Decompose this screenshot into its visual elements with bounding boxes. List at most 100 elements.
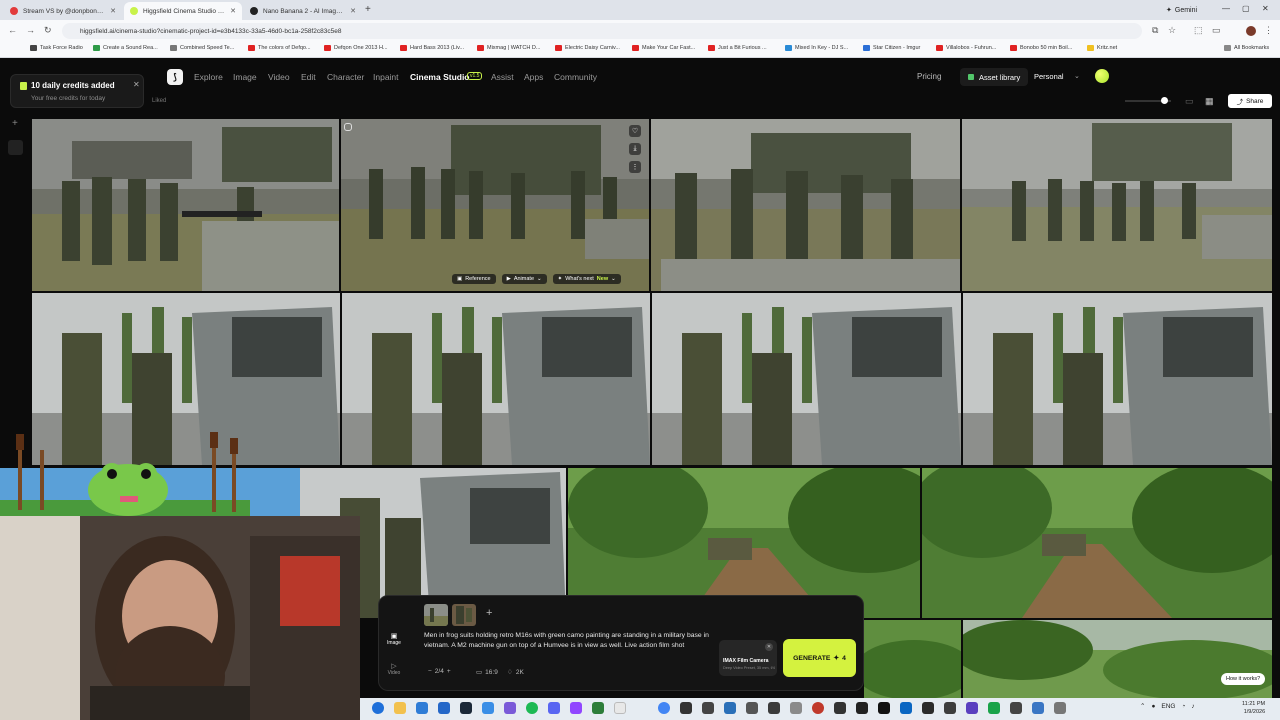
add-reference-icon[interactable]: + (486, 607, 492, 619)
app-icon[interactable] (988, 702, 1000, 714)
mode-video[interactable]: ▷ Video (380, 662, 408, 676)
obs-icon[interactable] (812, 702, 824, 714)
nav-image[interactable]: Image (233, 72, 257, 82)
bookmark-item[interactable]: Mixed In Key - DJ S... (785, 45, 848, 51)
close-window-icon[interactable]: ✕ (1262, 4, 1269, 13)
nav-edit[interactable]: Edit (301, 72, 316, 82)
app-icon[interactable] (680, 702, 692, 714)
bookmark-item[interactable]: Star Citizen - Imgur (863, 45, 920, 51)
bookmark-item[interactable]: Task Force Radio (30, 45, 83, 51)
app-icon[interactable] (1054, 702, 1066, 714)
resolution-selector[interactable]: ♢ 2K (507, 668, 524, 677)
project-thumbnail[interactable] (8, 140, 23, 155)
extensions-icon[interactable]: ⬚ (1194, 25, 1203, 36)
language-indicator[interactable]: ENG (1161, 703, 1175, 710)
generated-image[interactable] (32, 119, 339, 291)
volume-icon[interactable]: ♪ (1191, 703, 1194, 710)
user-avatar[interactable] (1095, 69, 1109, 83)
app-icon[interactable] (900, 702, 912, 714)
bookmark-item[interactable]: Defqon One 2013 H... (324, 45, 388, 51)
app-icon[interactable] (768, 702, 780, 714)
copilot-icon[interactable] (372, 702, 384, 714)
profile-avatar[interactable] (1246, 26, 1256, 36)
bookmark-item[interactable]: Create a Sound Rea... (93, 45, 158, 51)
mail-icon[interactable] (482, 702, 494, 714)
close-icon[interactable]: ✕ (110, 7, 116, 15)
spotify-icon[interactable] (526, 702, 538, 714)
asset-library-button[interactable]: Asset library (960, 68, 1029, 86)
app-icon[interactable] (1032, 702, 1044, 714)
twitch-icon[interactable] (570, 702, 582, 714)
app-icon[interactable] (878, 702, 890, 714)
clock[interactable]: 11:21 PM 1/9/2026 (1242, 700, 1265, 716)
nav-video[interactable]: Video (268, 72, 290, 82)
reference-button[interactable]: ▣ Reference (452, 274, 496, 284)
generated-image[interactable] (652, 293, 961, 465)
select-checkbox[interactable] (344, 123, 352, 131)
nav-inpaint[interactable]: Inpaint (373, 72, 399, 82)
nav-explore[interactable]: Explore (194, 72, 223, 82)
gemini-button[interactable]: ✦ Gemini (1160, 4, 1203, 16)
generated-image[interactable] (922, 468, 1272, 618)
new-tab-icon[interactable]: + (365, 4, 371, 15)
app-icon[interactable] (746, 702, 758, 714)
nav-assist[interactable]: Assist (491, 72, 514, 82)
tab-nano-banana[interactable]: Nano Banana 2 - AI Image Gen ✕ (244, 2, 362, 20)
generate-button[interactable]: GENERATE ✦ 4 (783, 639, 856, 677)
app-icon[interactable] (944, 702, 956, 714)
app-icon[interactable] (702, 702, 714, 714)
close-icon[interactable]: ✕ (350, 7, 356, 15)
whats-next-button[interactable]: ✦ What's next New ⌄ (552, 274, 621, 284)
prompt-input[interactable]: Men in frog suits holding retro M16s wit… (424, 631, 714, 651)
back-icon[interactable]: ← (8, 25, 17, 35)
chevron-down-icon[interactable]: ⌄ (1074, 72, 1080, 80)
forward-icon[interactable]: → (26, 25, 35, 35)
plus-icon[interactable]: + (447, 668, 451, 675)
bookmark-item[interactable]: Electric Daisy Carniv... (555, 45, 620, 51)
liked-filter[interactable]: Liked (152, 98, 166, 104)
install-icon[interactable]: ⧉ (1152, 25, 1158, 36)
chrome-icon[interactable] (658, 702, 670, 714)
pricing-link[interactable]: Pricing (917, 72, 941, 81)
tab-stream[interactable]: Stream VS by @donpbongwat ✕ (4, 2, 122, 20)
steam-icon[interactable] (460, 702, 472, 714)
close-icon[interactable]: ✕ (133, 80, 140, 89)
app-icon[interactable] (614, 702, 626, 714)
zoom-slider-handle[interactable] (1161, 97, 1168, 104)
edge-icon[interactable] (416, 702, 428, 714)
maximize-icon[interactable]: ▢ (1242, 4, 1250, 13)
bookmark-item[interactable]: Hard Bass 2013 (Liv... (400, 45, 464, 51)
bookmark-item[interactable]: Villalobos - Fuhrun... (936, 45, 996, 51)
generated-image[interactable] (963, 293, 1272, 465)
bookmark-item[interactable]: Combined Speed Te... (170, 45, 234, 51)
share-button[interactable]: ⤴ Share (1228, 94, 1272, 108)
generated-image[interactable] (962, 119, 1272, 291)
app-icon[interactable] (724, 702, 736, 714)
generated-image[interactable] (963, 620, 1272, 698)
more-icon[interactable]: ⋮ (629, 161, 641, 173)
nav-community[interactable]: Community (554, 72, 597, 82)
reload-icon[interactable]: ↻ (44, 25, 52, 36)
download-icon[interactable]: ⤓ (629, 143, 641, 155)
address-bar[interactable]: higgsfield.ai/cinema-studio?cinematic-pr… (62, 23, 1142, 39)
minus-icon[interactable]: − (428, 668, 432, 675)
bookmark-item[interactable]: Mixmag | WATCH D... (477, 45, 540, 51)
add-icon[interactable]: + (12, 118, 18, 129)
bookmark-item[interactable]: Just a Bit Furious ... (708, 45, 767, 51)
app-icon[interactable] (966, 702, 978, 714)
generated-image[interactable] (864, 620, 961, 698)
bookmark-star-icon[interactable]: ☆ (1168, 25, 1176, 36)
app-icon[interactable] (922, 702, 934, 714)
app-icon[interactable] (1010, 702, 1022, 714)
bookmark-item[interactable]: The colors of Defqo... (248, 45, 311, 51)
generated-image-hovered[interactable]: ♡ ⤓ ⋮ (341, 119, 649, 291)
nav-apps[interactable]: Apps (524, 72, 543, 82)
store-icon[interactable] (438, 702, 450, 714)
how-it-works-button[interactable]: How it works? (1221, 673, 1266, 685)
all-bookmarks[interactable]: All Bookmarks (1224, 45, 1269, 51)
heart-icon[interactable]: ♡ (629, 125, 641, 137)
xbox-icon[interactable] (592, 702, 604, 714)
nav-cinema-studio[interactable]: Cinema Studio (410, 72, 470, 82)
file-explorer-icon[interactable] (394, 702, 406, 714)
app-icon[interactable] (504, 702, 516, 714)
